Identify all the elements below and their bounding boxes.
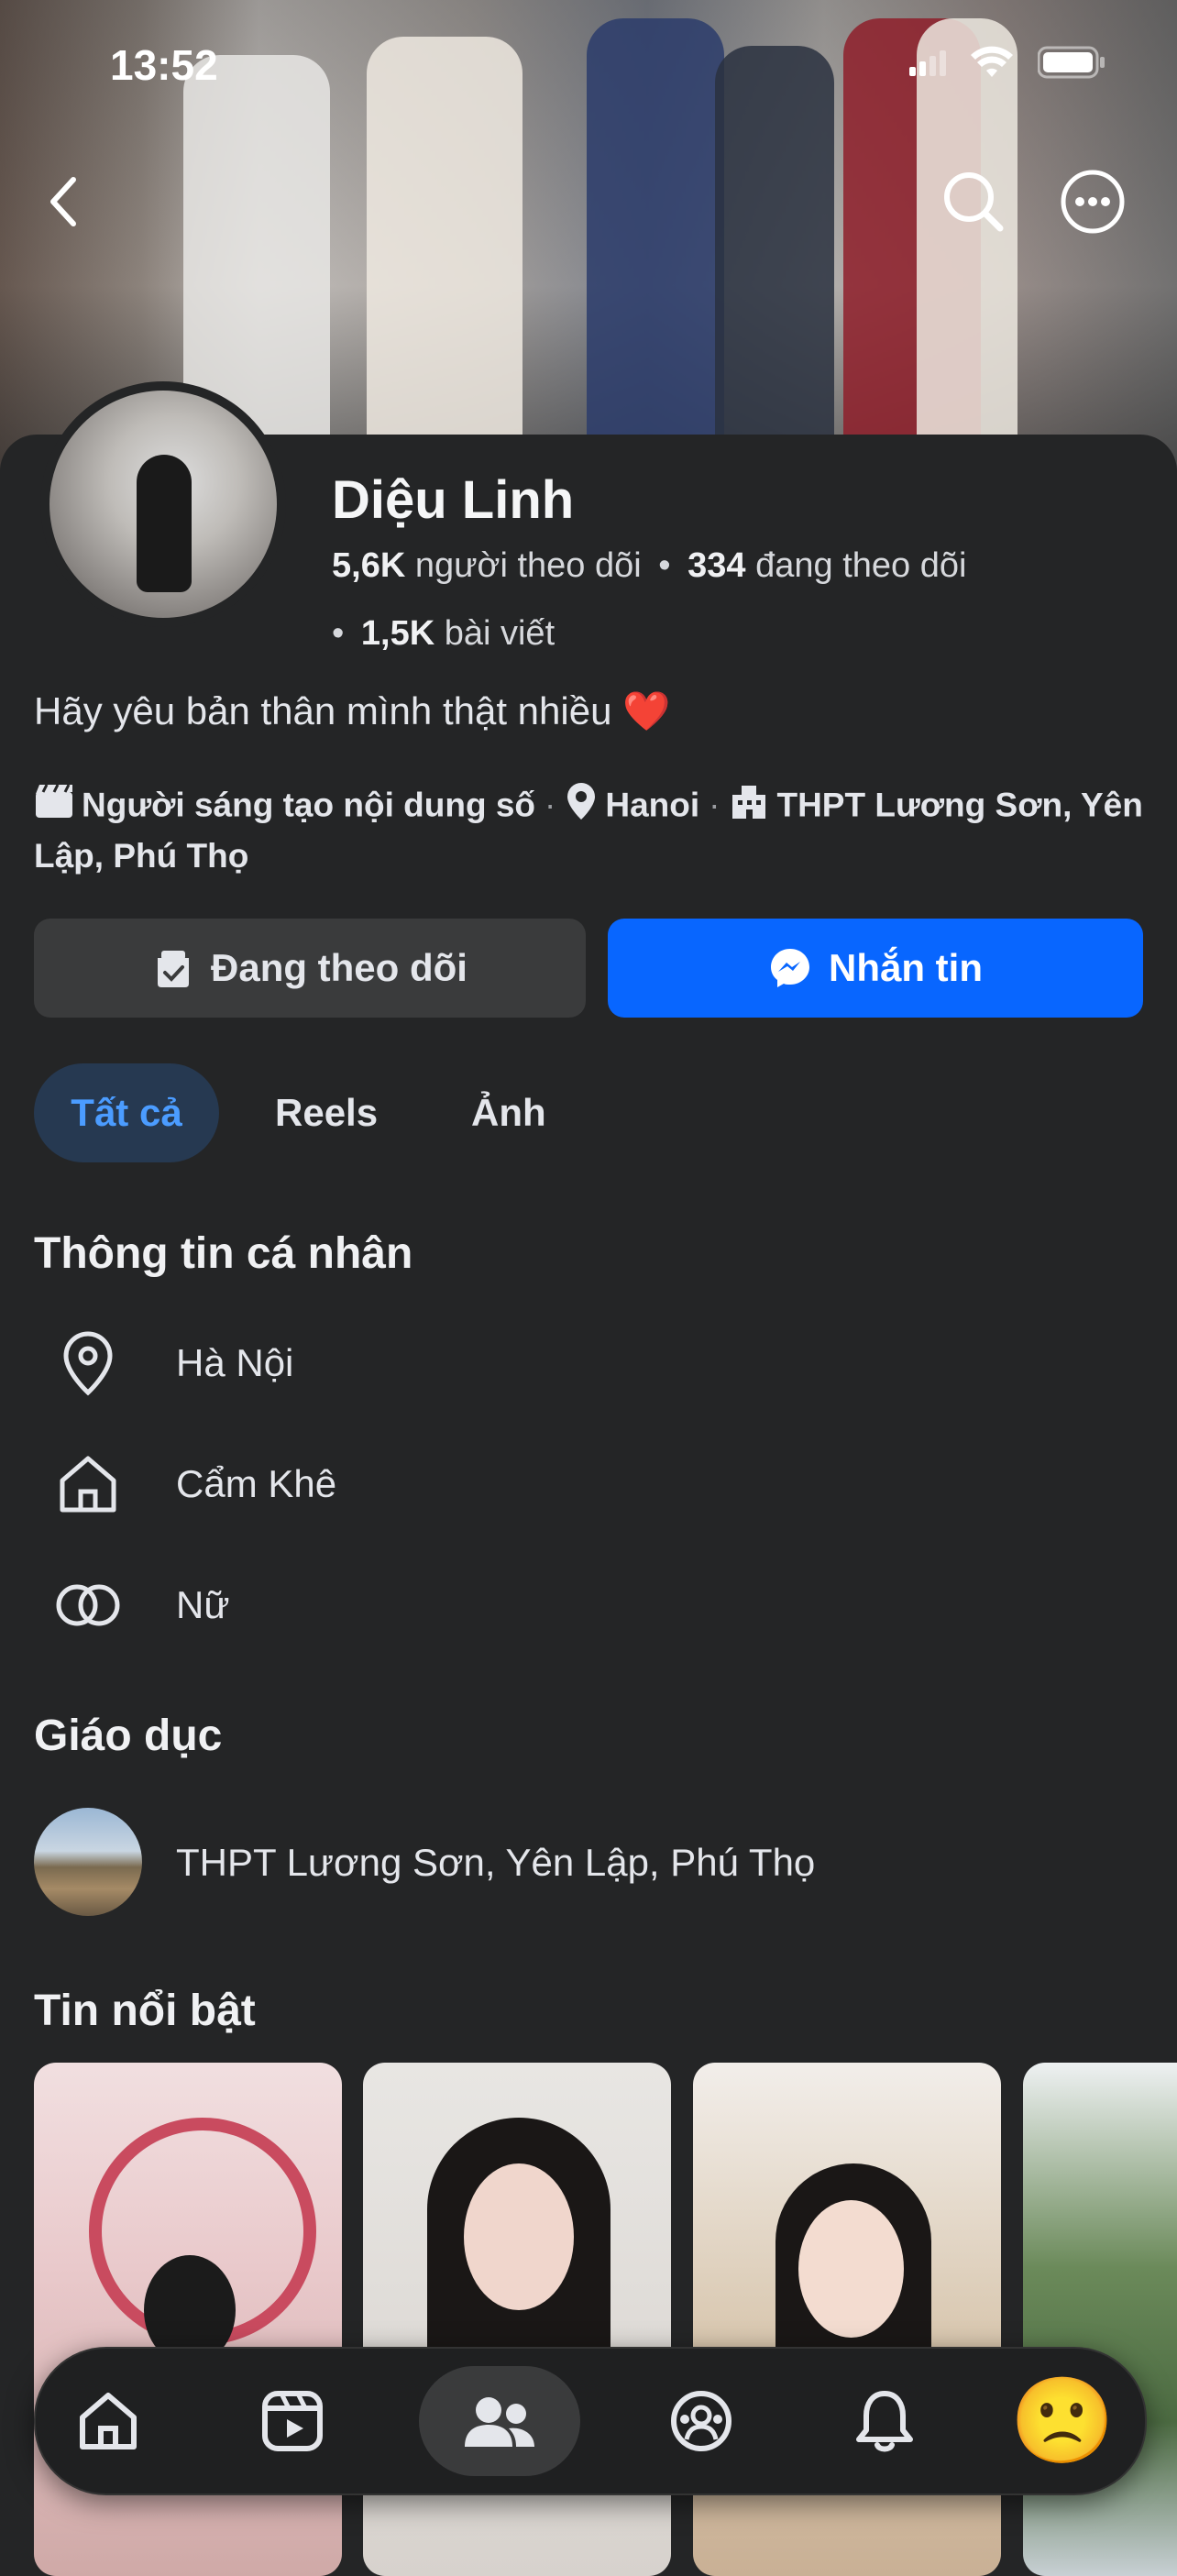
followers-count: 5,6K (332, 546, 406, 585)
info-row-gender[interactable]: Nữ (0, 1555, 1177, 1656)
school-thumbnail[interactable] (34, 1808, 142, 1916)
profile-avatar[interactable] (40, 381, 286, 627)
info-row-hometown[interactable]: Cẩm Khê (0, 1434, 1177, 1535)
info-current-city: Hà Nội (176, 1341, 294, 1384)
highlight-story-4[interactable] (1023, 2063, 1177, 2576)
meta-category: Người sáng tạo nội dung số (82, 786, 536, 824)
highlight-story-1[interactable] (34, 2063, 342, 2576)
groups-icon (671, 2391, 732, 2451)
location-pin-icon (565, 781, 598, 833)
wifi-icon (971, 46, 1013, 77)
following-button[interactable]: Đang theo dõi (34, 919, 586, 1018)
gender-rings-icon (53, 1570, 123, 1640)
signal-icon (909, 50, 946, 76)
search-icon (944, 172, 1004, 232)
info-gender: Nữ (176, 1583, 230, 1626)
bell-icon (856, 2391, 913, 2452)
nav-reels[interactable] (237, 2366, 347, 2476)
following-count: 334 (688, 546, 746, 585)
highlight-story-3[interactable] (693, 2063, 1001, 2576)
status-time: 13:52 (110, 41, 218, 89)
highlight-story-2[interactable] (363, 2063, 671, 2576)
info-row-current-city[interactable]: Hà Nội (0, 1313, 1177, 1414)
posts-label: bài viết (444, 614, 556, 653)
chevron-left-icon (50, 177, 76, 226)
more-horizontal-icon (1061, 170, 1125, 234)
nav-profile[interactable]: 🙁 (1007, 2366, 1117, 2476)
posts-count: 1,5K (360, 614, 435, 653)
tab-photos[interactable]: Ảnh (471, 1063, 546, 1162)
school-building-icon (729, 782, 769, 832)
info-hometown: Cẩm Khê (176, 1462, 337, 1505)
profile-bio: Hãy yêu bản thân mình thật nhiều ❤️ (34, 689, 671, 732)
clapperboard-icon (34, 783, 74, 831)
battery-icon (1038, 46, 1105, 79)
back-button[interactable] (28, 165, 101, 238)
reels-icon (262, 2391, 323, 2451)
nav-friends[interactable] (419, 2366, 580, 2476)
nav-home[interactable] (53, 2366, 163, 2476)
more-options-button[interactable] (1056, 165, 1129, 238)
bottom-nav: 🙁 (34, 2347, 1147, 2495)
profile-name: Diệu Linh (332, 470, 575, 530)
profile-posts-stat: • 1,5K bài viết (332, 614, 556, 653)
highlights-title: Tin nổi bật (34, 1987, 256, 2035)
message-button-label: Nhắn tin (829, 946, 983, 989)
nav-groups[interactable] (646, 2366, 756, 2476)
tab-all[interactable]: Tất cả (34, 1063, 219, 1162)
education-school[interactable]: THPT Lương Sơn, Yên Lập, Phú Thọ (176, 1841, 815, 1885)
tab-reels[interactable]: Reels (275, 1063, 378, 1162)
following-label: đang theo dõi (755, 546, 967, 585)
followers-label: người theo dõi (414, 546, 642, 585)
status-icons (909, 46, 1106, 79)
profile-meta: Người sáng tạo nội dung số · Hanoi · THPT Lư… (34, 781, 1152, 879)
nav-notifications[interactable] (830, 2366, 940, 2476)
profile-stats[interactable]: 5,6K người theo dõi • 334 đang theo dõi (332, 546, 966, 586)
home-icon (53, 1449, 123, 1519)
profile-emoji: 🙁 (1009, 2374, 1116, 2468)
education-title: Giáo dục (34, 1712, 223, 1760)
friends-icon (465, 2397, 534, 2447)
following-button-label: Đang theo dõi (211, 946, 468, 989)
message-button[interactable]: Nhắn tin (608, 919, 1143, 1018)
location-pin-icon (53, 1328, 123, 1398)
follow-check-icon (158, 951, 189, 987)
messenger-icon (771, 949, 809, 987)
search-button[interactable] (937, 165, 1010, 238)
home-icon (80, 2393, 137, 2449)
meta-location[interactable]: Hanoi (605, 786, 699, 823)
personal-info-title: Thông tin cá nhân (34, 1229, 413, 1278)
